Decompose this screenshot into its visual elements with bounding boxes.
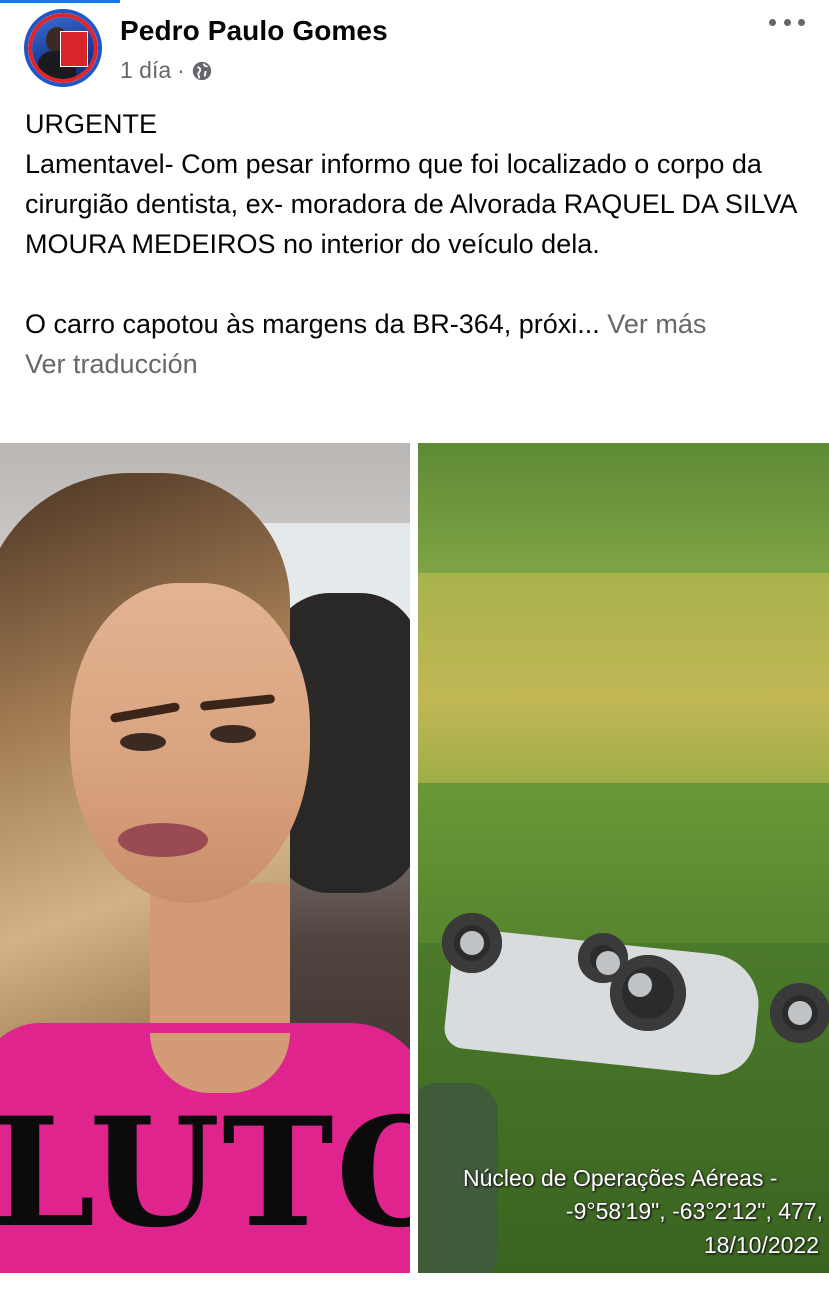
photo-accident-scene[interactable]: Núcleo de Operações Aéreas - -9°58'19", … xyxy=(418,443,829,1273)
post-body: URGENTE Lamentavel- Com pesar informo qu… xyxy=(25,104,815,384)
post-paragraph-2-text: O carro capotou às margens da BR-364, pr… xyxy=(25,309,600,339)
eye-right xyxy=(210,725,256,743)
watermark-date: 18/10/2022 xyxy=(703,1232,819,1258)
grass-sunlit xyxy=(418,573,829,783)
photo-gutter xyxy=(410,443,418,1273)
post-meta: 1 día · xyxy=(120,57,213,84)
eye-left xyxy=(120,733,166,751)
luto-overlay-text: LUTO xyxy=(0,1085,410,1261)
post-paragraph-1: Lamentavel- Com pesar informo que foi lo… xyxy=(25,149,796,259)
avatar[interactable] xyxy=(24,9,102,87)
see-translation-link[interactable]: Ver traducción xyxy=(25,344,815,384)
photo-portrait[interactable]: LUTO xyxy=(0,443,410,1273)
avatar-ring xyxy=(28,13,98,83)
face xyxy=(70,583,310,903)
more-dot xyxy=(783,18,791,26)
more-dot xyxy=(798,18,805,26)
post-timestamp[interactable]: 1 día xyxy=(120,57,171,84)
car-wheel xyxy=(770,983,829,1043)
car-wheel xyxy=(610,955,686,1031)
car-wheel xyxy=(442,913,502,973)
more-horizontal-icon[interactable] xyxy=(769,10,805,34)
author-name[interactable]: Pedro Paulo Gomes xyxy=(120,15,388,47)
more-dot xyxy=(769,18,776,26)
globe-icon[interactable] xyxy=(191,60,213,82)
lips xyxy=(118,823,208,857)
meta-separator: · xyxy=(177,57,185,83)
watermark-coordinates: -9°58'19", -63°2'12", 477, xyxy=(565,1198,823,1224)
see-more-link[interactable]: Ver más xyxy=(607,309,706,339)
post-paragraph-2: O carro capotou às margens da BR-364, pr… xyxy=(25,304,815,344)
post-line-urgent: URGENTE xyxy=(25,109,158,139)
grass-top xyxy=(418,443,829,573)
watermark-line-1: Núcleo de Operações Aéreas - xyxy=(463,1165,778,1191)
top-accent-bar xyxy=(0,0,120,3)
